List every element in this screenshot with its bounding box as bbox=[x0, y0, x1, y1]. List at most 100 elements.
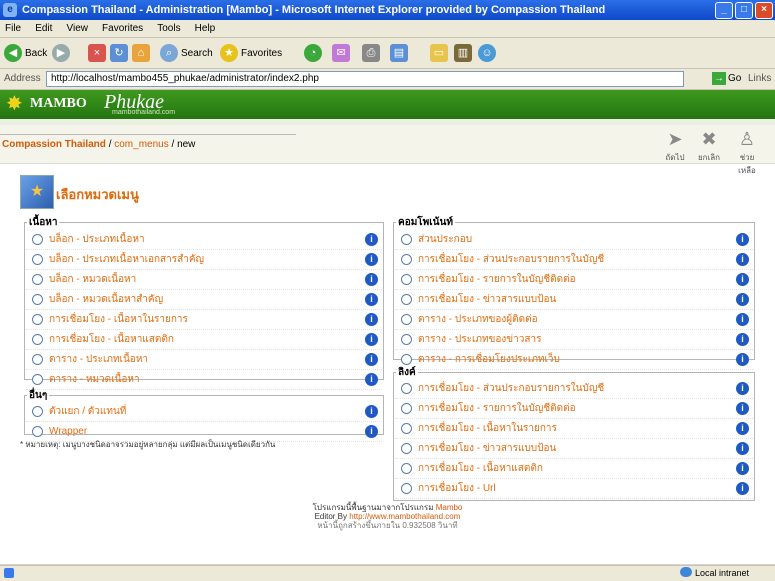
link-item-6[interactable]: การเชื่อมโยง - Url i bbox=[395, 478, 753, 499]
research-button[interactable]: ▥ bbox=[454, 43, 475, 63]
misc-item-1[interactable]: ตัวแยก / ตัวแทนที่ i bbox=[26, 401, 382, 422]
radio-button[interactable] bbox=[401, 273, 412, 285]
radio-button[interactable] bbox=[401, 253, 412, 265]
link-item-2[interactable]: การเชื่อมโยง - รายการในบัญชีติดต่อ i bbox=[395, 398, 753, 419]
radio-button[interactable] bbox=[401, 422, 412, 434]
radio-button[interactable] bbox=[32, 313, 43, 325]
link-item-4[interactable]: การเชื่อมโยง - ข่าวสารแบบป้อน i bbox=[395, 438, 753, 459]
radio-button[interactable] bbox=[32, 253, 43, 265]
info-icon[interactable]: i bbox=[736, 332, 749, 346]
content-item-8[interactable]: ตาราง - หมวดเนื้อหา i bbox=[26, 369, 382, 390]
minimize-button[interactable]: _ bbox=[715, 2, 733, 19]
radio-button[interactable] bbox=[32, 333, 43, 345]
radio-button[interactable] bbox=[401, 353, 412, 365]
help-button[interactable]: ♙ ช่วยเหลือ bbox=[732, 129, 762, 177]
content-item-1[interactable]: บล็อก - ประเภทเนื้อหา i bbox=[26, 229, 382, 250]
component-item-1[interactable]: ส่วนประกอบ i bbox=[395, 229, 753, 250]
radio-button[interactable] bbox=[32, 293, 43, 305]
menu-edit[interactable]: Edit bbox=[35, 23, 52, 34]
info-icon[interactable]: i bbox=[736, 232, 749, 246]
menu-view[interactable]: View bbox=[66, 23, 88, 34]
radio-button[interactable] bbox=[32, 353, 43, 365]
info-icon[interactable]: i bbox=[736, 461, 749, 475]
search-button[interactable]: ⌕ Search bbox=[160, 43, 213, 63]
info-icon[interactable]: i bbox=[736, 252, 749, 266]
home-button[interactable]: ⌂ bbox=[132, 43, 153, 63]
print-button[interactable]: ⎙ bbox=[362, 43, 383, 63]
refresh-button[interactable]: ↻ bbox=[110, 43, 131, 63]
info-icon[interactable]: i bbox=[736, 421, 749, 435]
menu-favorites[interactable]: Favorites bbox=[102, 23, 143, 34]
menu-file[interactable]: File bbox=[5, 23, 21, 34]
radio-button[interactable] bbox=[401, 462, 412, 474]
component-item-2[interactable]: การเชื่อมโยง - ส่วนประกอบรายการในบัญชี i bbox=[395, 249, 753, 270]
breadcrumb-site[interactable]: Compassion Thailand bbox=[2, 139, 106, 150]
info-icon[interactable]: i bbox=[736, 481, 749, 495]
mambo-link[interactable]: Mambo bbox=[436, 503, 463, 512]
mail-button[interactable]: ✉ bbox=[332, 43, 353, 63]
content-item-3[interactable]: บล็อก - หมวดเนื้อหา i bbox=[26, 269, 382, 290]
content-item-4[interactable]: บล็อก - หมวดเนื้อหาสำคัญ i bbox=[26, 289, 382, 310]
info-icon[interactable]: i bbox=[736, 381, 749, 395]
info-icon[interactable]: i bbox=[736, 312, 749, 326]
radio-button[interactable] bbox=[401, 233, 412, 245]
component-item-3[interactable]: การเชื่อมโยง - รายการในบัญชีติดต่อ i bbox=[395, 269, 753, 290]
content-item-2[interactable]: บล็อก - ประเภทเนื้อหาเอกสารสำคัญ i bbox=[26, 249, 382, 270]
info-icon[interactable]: i bbox=[736, 352, 749, 366]
links-button[interactable]: Links bbox=[748, 73, 771, 84]
radio-button[interactable] bbox=[401, 293, 412, 305]
info-icon[interactable]: i bbox=[365, 424, 378, 438]
info-icon[interactable]: i bbox=[365, 332, 378, 346]
info-icon[interactable]: i bbox=[365, 312, 378, 326]
menu-help[interactable]: Help bbox=[195, 23, 216, 34]
radio-button[interactable] bbox=[401, 313, 412, 325]
cancel-button[interactable]: ✖ ยกเลิก bbox=[694, 129, 724, 164]
back-button[interactable]: ◀ Back bbox=[4, 43, 47, 63]
radio-button[interactable] bbox=[32, 373, 43, 385]
info-icon[interactable]: i bbox=[736, 401, 749, 415]
info-icon[interactable]: i bbox=[365, 352, 378, 366]
info-icon[interactable]: i bbox=[365, 372, 378, 386]
messenger-button[interactable]: ☺ bbox=[478, 43, 499, 63]
stop-button[interactable]: × bbox=[88, 43, 109, 63]
address-input[interactable]: http://localhost/mambo455_phukae/adminis… bbox=[46, 71, 684, 87]
info-icon[interactable]: i bbox=[736, 272, 749, 286]
history-button[interactable]: ◔ bbox=[304, 43, 325, 63]
info-icon[interactable]: i bbox=[736, 441, 749, 455]
content-item-6[interactable]: การเชื่อมโยง - เนื้อหาแสตติก i bbox=[26, 329, 382, 350]
breadcrumb-component[interactable]: com_menus bbox=[114, 139, 168, 150]
radio-button[interactable] bbox=[32, 273, 43, 285]
maximize-button[interactable]: □ bbox=[735, 2, 753, 19]
radio-button[interactable] bbox=[401, 482, 412, 494]
component-item-5[interactable]: ตาราง - ประเภทของผู้ติดต่อ i bbox=[395, 309, 753, 330]
go-button[interactable]: → Go bbox=[712, 72, 741, 85]
mambothailand-link[interactable]: http://www.mambothailand.com bbox=[349, 512, 460, 521]
component-item-4[interactable]: การเชื่อมโยง - ข่าวสารแบบป้อน i bbox=[395, 289, 753, 310]
edit-button[interactable]: ▤ bbox=[390, 43, 411, 63]
close-button[interactable]: × bbox=[755, 2, 773, 19]
info-icon[interactable]: i bbox=[736, 292, 749, 306]
menu-tools[interactable]: Tools bbox=[157, 23, 180, 34]
info-icon[interactable]: i bbox=[365, 272, 378, 286]
favorites-button[interactable]: ★ Favorites bbox=[220, 43, 282, 63]
radio-button[interactable] bbox=[401, 442, 412, 454]
radio-button[interactable] bbox=[401, 382, 412, 394]
link-item-1[interactable]: การเชื่อมโยง - ส่วนประกอบรายการในบัญชี i bbox=[395, 378, 753, 399]
radio-button[interactable] bbox=[401, 333, 412, 345]
content-item-5[interactable]: การเชื่อมโยง - เนื้อหาในรายการ i bbox=[26, 309, 382, 330]
next-button[interactable]: ➤ ถัดไป bbox=[660, 129, 690, 164]
info-icon[interactable]: i bbox=[365, 292, 378, 306]
forward-button[interactable]: ▶ bbox=[52, 43, 73, 63]
info-icon[interactable]: i bbox=[365, 252, 378, 266]
radio-button[interactable] bbox=[32, 425, 43, 437]
folder-button[interactable]: ▭ bbox=[430, 43, 451, 63]
component-item-6[interactable]: ตาราง - ประเภทของข่าวสาร i bbox=[395, 329, 753, 350]
radio-button[interactable] bbox=[32, 405, 43, 417]
radio-button[interactable] bbox=[401, 402, 412, 414]
link-item-5[interactable]: การเชื่อมโยง - เนื้อหาแสตติก i bbox=[395, 458, 753, 479]
info-icon[interactable]: i bbox=[365, 404, 378, 418]
info-icon[interactable]: i bbox=[365, 232, 378, 246]
link-item-3[interactable]: การเชื่อมโยง - เนื้อหาในรายการ i bbox=[395, 418, 753, 439]
radio-button[interactable] bbox=[32, 233, 43, 245]
content-item-7[interactable]: ตาราง - ประเภทเนื้อหา i bbox=[26, 349, 382, 370]
